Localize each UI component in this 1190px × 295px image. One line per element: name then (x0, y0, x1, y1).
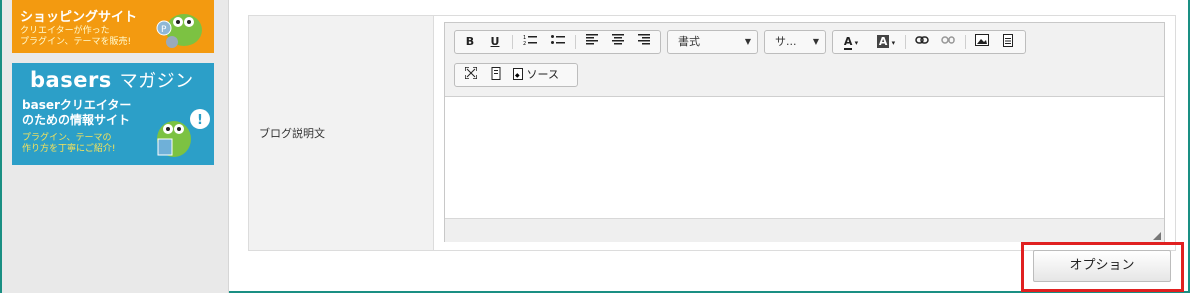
banner-magazine-sub1: プラグイン、テーマの (22, 133, 112, 143)
rich-text-editor: B U 12 書式 ▼ サ... ▼ A ▾ A ▾ ◆ ソース (444, 22, 1165, 242)
font-size-dropdown[interactable]: サ... ▼ (764, 30, 826, 54)
align-left-icon[interactable] (581, 34, 603, 50)
image-icon[interactable] (971, 34, 993, 50)
basers-magazine-banner[interactable]: basers マガジン baserクリエイター のための情報サイト プラグイン、… (12, 63, 214, 165)
unlink-icon[interactable] (937, 34, 959, 50)
chevron-down-icon: ▼ (744, 37, 751, 46)
svg-text:◆: ◆ (515, 72, 520, 79)
toolbar-separator (965, 35, 966, 49)
editor-status-bar (445, 218, 1164, 242)
svg-text:!: ! (197, 113, 203, 128)
banner-shop-subtitle: クリエイターが作った プラグイン、テーマを販売! (20, 26, 131, 48)
format-dropdown-label: 書式 (678, 35, 700, 48)
background-color-icon: A (876, 35, 890, 48)
banner-magazine-title1: baserクリエイター (22, 98, 132, 112)
toolbar-group-view: ◆ ソース (454, 63, 578, 87)
bullet-list-icon[interactable] (547, 34, 569, 50)
editor-toolbar: B U 12 書式 ▼ サ... ▼ A ▾ A ▾ ◆ ソース (445, 23, 1164, 97)
resize-handle-icon[interactable] (1153, 232, 1161, 240)
shopping-site-banner[interactable]: ショッピングサイト クリエイターが作った プラグイン、テーマを販売! P (12, 0, 214, 53)
text-color-button[interactable]: A ▾ (838, 34, 864, 50)
toolbar-group-basic: B U 12 (454, 30, 661, 54)
align-right-icon[interactable] (633, 34, 655, 50)
show-blocks-icon[interactable] (486, 67, 508, 83)
svg-text:P: P (161, 25, 167, 35)
banner-shop-line1: クリエイターが作った (20, 26, 110, 36)
logo-subtext: マガジン (119, 71, 194, 92)
toolbar-separator (512, 35, 513, 49)
editor-content-area[interactable] (445, 97, 1164, 217)
format-dropdown[interactable]: 書式 ▼ (667, 30, 758, 54)
numbered-list-icon[interactable]: 12 (519, 34, 541, 50)
align-center-icon[interactable] (607, 34, 629, 50)
underline-button[interactable]: U (486, 34, 504, 50)
banner-magazine-title2: のための情報サイト (22, 113, 131, 127)
mascot-icon: P (156, 14, 202, 48)
toolbar-separator (905, 35, 906, 49)
source-button[interactable]: ◆ ソース (513, 67, 575, 83)
toolbar-group-insert: A ▾ A ▾ (832, 30, 1026, 54)
svg-text:2: 2 (523, 41, 526, 46)
font-size-dropdown-label: サ... (775, 35, 797, 48)
basers-logo: basers マガジン (30, 67, 194, 93)
blog-description-label: ブログ説明文 (259, 127, 325, 140)
toolbar-separator (575, 35, 576, 49)
banner-magazine-sub2: 作り方を丁寧にご紹介! (22, 144, 116, 154)
highlight-box (1021, 242, 1184, 292)
source-label: ソース (526, 68, 559, 81)
chevron-down-icon: ▼ (812, 37, 819, 46)
sidebar: ショッピングサイト クリエイターが作った プラグイン、テーマを販売! P bas… (2, 0, 229, 293)
template-icon[interactable] (997, 34, 1019, 50)
maximize-icon[interactable] (460, 66, 482, 83)
banner-magazine-subtitle: プラグイン、テーマの 作り方を丁寧にご紹介! (22, 133, 115, 155)
field-label-cell: ブログ説明文 (249, 16, 434, 250)
bold-button[interactable]: B (461, 34, 479, 50)
link-icon[interactable] (911, 34, 933, 50)
source-icon: ◆ (513, 68, 523, 80)
background-color-button[interactable]: A ▾ (873, 34, 899, 50)
banner-shop-title: ショッピングサイト (20, 10, 138, 25)
banner-magazine-title: baserクリエイター のための情報サイト (22, 98, 131, 128)
banner-shop-line2: プラグイン、テーマを販売! (20, 37, 132, 47)
logo-text: basers (30, 68, 112, 92)
mascot-reading-icon: ! (157, 109, 210, 157)
